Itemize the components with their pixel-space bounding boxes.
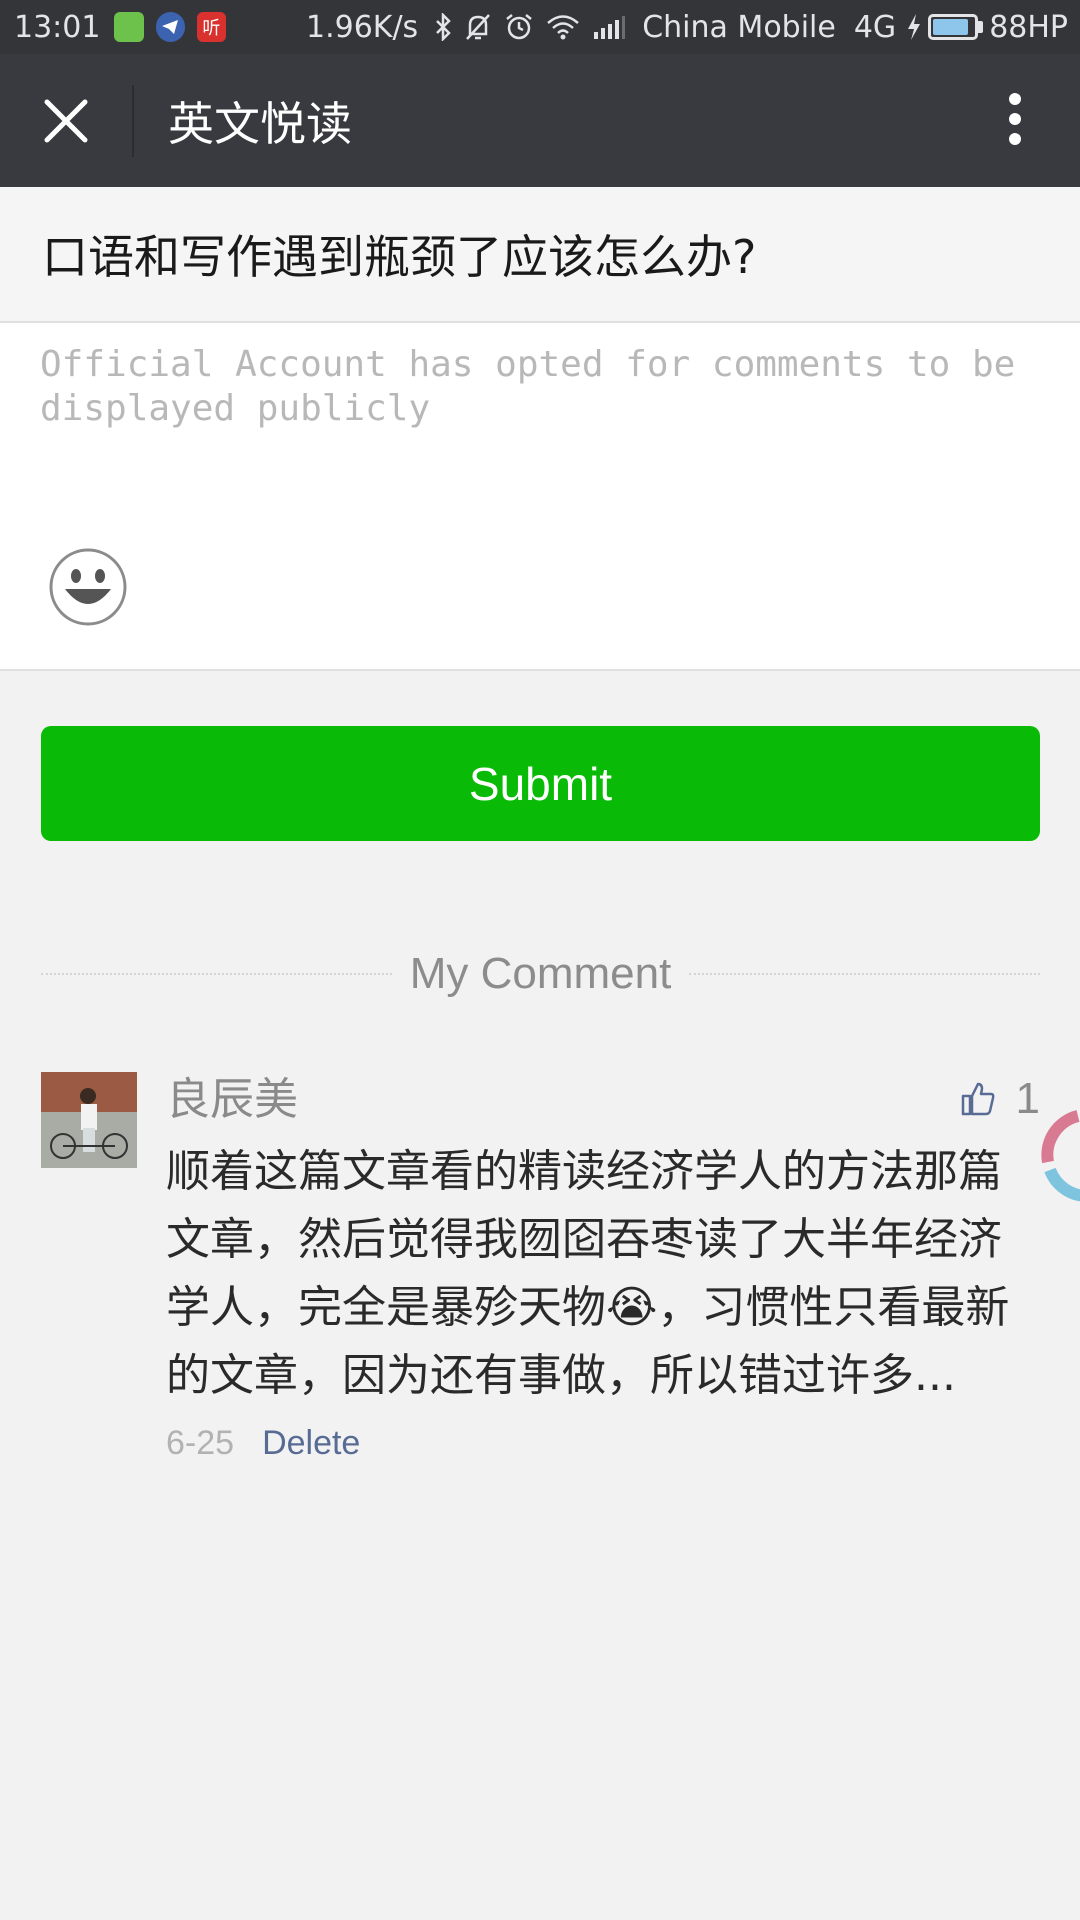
loading-spinner-icon: [1041, 1110, 1080, 1202]
battery-label: 88HP: [989, 9, 1069, 45]
sim-app-icon: [114, 12, 144, 42]
comment-nickname: 良辰美: [166, 1074, 298, 1125]
charging-icon: [908, 14, 921, 40]
bluetooth-icon: [436, 13, 451, 41]
comment-date: 6-25: [166, 1424, 235, 1462]
network-speed: 1.96K/s: [305, 9, 419, 45]
wifi-icon: [547, 15, 580, 40]
status-time: 13:01: [14, 9, 101, 45]
my-comment-header: My Comment: [41, 944, 1040, 1004]
listen-app-icon: 听: [196, 12, 226, 42]
article-title: 口语和写作遇到瓶颈了应该怎么办?: [0, 187, 1080, 323]
carrier-name: China Mobile: [642, 9, 836, 45]
telegram-app-icon: [155, 12, 185, 42]
delete-comment-link[interactable]: Delete: [262, 1424, 360, 1463]
battery-icon: [928, 14, 979, 40]
emoji-button[interactable]: [48, 547, 128, 627]
close-button[interactable]: [0, 54, 132, 187]
thumbs-up-icon: [961, 1082, 995, 1116]
comment-compose-area: [0, 323, 1080, 671]
smiley-icon: [49, 548, 127, 626]
more-vertical-icon: [1009, 93, 1021, 145]
comment-text: 顺着这篇文章看的精读经济学人的方法那篇文章，然后觉得我囫囵吞枣读了大半年经济学人…: [166, 1146, 1010, 1401]
section-label: My Comment: [409, 949, 672, 998]
nav-bar: 英文悦读: [0, 54, 1080, 187]
signal-icon: [594, 16, 626, 39]
close-icon: [44, 99, 88, 142]
submit-button[interactable]: Submit: [41, 726, 1040, 841]
alarm-icon: [506, 14, 532, 40]
divider-line: [41, 973, 392, 975]
nav-divider: [132, 84, 134, 157]
status-bar: 13:01 听 1.96K/s China Mobile 4G 88HP: [0, 0, 1080, 54]
battery-indicator: 88HP: [906, 10, 1068, 45]
more-menu-button[interactable]: [980, 84, 1050, 154]
page-title: 英文悦读: [168, 96, 352, 151]
network-type: 4G: [853, 9, 897, 45]
bell-muted-icon: [466, 14, 491, 40]
avatar[interactable]: [41, 1072, 137, 1168]
comment-input[interactable]: [40, 343, 1040, 493]
divider-line: [689, 973, 1040, 975]
